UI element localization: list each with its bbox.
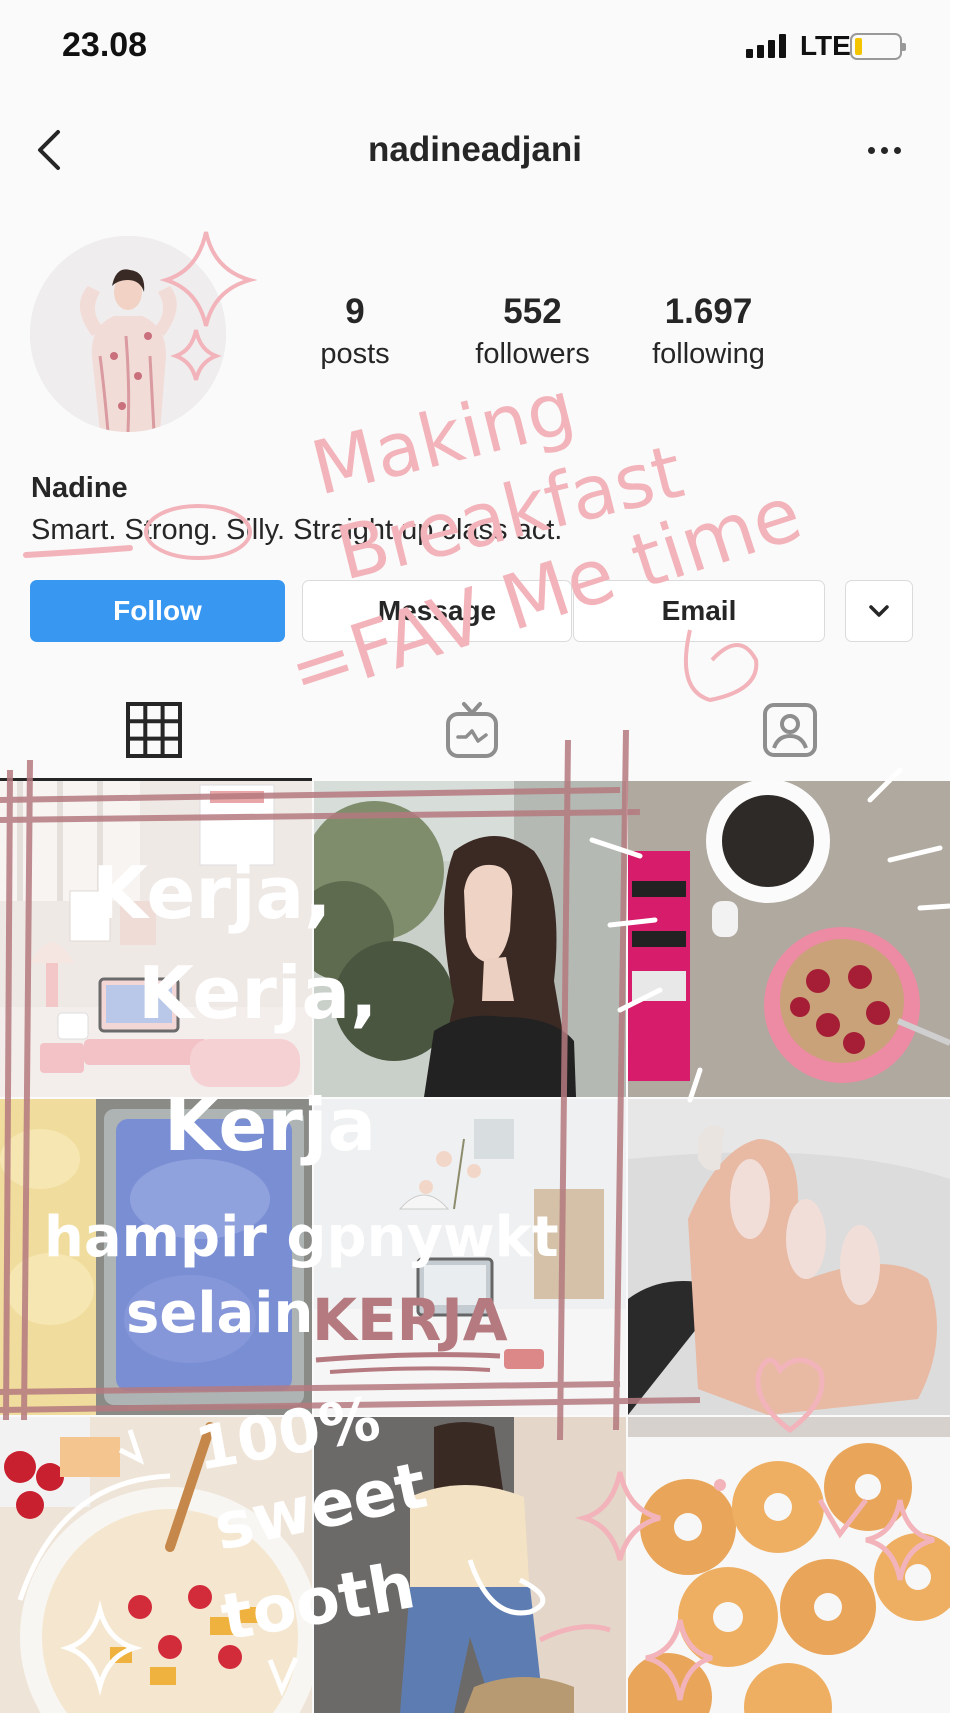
chevron-down-icon [869, 605, 889, 617]
posts-count: 9 [345, 292, 365, 331]
following-count: 1.697 [664, 292, 753, 331]
status-time: 23.08 [62, 26, 148, 64]
more-horizontal-icon [867, 146, 875, 154]
posts-stat: 9 posts [300, 292, 410, 371]
post-thumbnail-7[interactable] [0, 1417, 312, 1713]
post-thumbnail-5[interactable] [314, 1099, 626, 1415]
followers-label: followers [475, 338, 590, 370]
post-thumbnail-3[interactable] [628, 781, 950, 1097]
signal-icon [746, 34, 786, 58]
profile-username: nadineadjani [368, 130, 582, 169]
post-thumbnail-8[interactable] [314, 1417, 626, 1713]
following-stat[interactable]: 1.697 following [636, 292, 781, 371]
tagged-icon [763, 703, 817, 757]
battery-level [855, 38, 862, 55]
tab-igtv[interactable] [442, 700, 502, 760]
igtv-icon [446, 702, 498, 758]
suggested-dropdown-button[interactable] [845, 580, 913, 642]
posts-label: posts [320, 338, 390, 370]
avatar[interactable] [30, 236, 226, 432]
profile-bio: Smart. Strong. Silly. Straight up class … [31, 514, 563, 546]
post-thumbnail-1[interactable] [0, 781, 312, 1097]
post-thumbnail-4[interactable] [0, 1099, 312, 1415]
tab-grid[interactable] [124, 700, 184, 760]
post-thumbnail-6[interactable] [628, 1099, 950, 1415]
post-thumbnail-2[interactable] [314, 781, 626, 1097]
post-thumbnail-9[interactable] [628, 1417, 950, 1713]
tab-tagged[interactable] [760, 700, 820, 760]
followers-count: 552 [503, 292, 562, 331]
message-button[interactable]: Message [302, 580, 572, 642]
status-bar: 23.08 LTE [0, 0, 950, 96]
following-label: following [652, 338, 765, 370]
posts-grid [0, 781, 950, 1713]
network-type: LTE [800, 30, 851, 61]
more-options-button[interactable] [860, 138, 908, 162]
battery-icon [850, 33, 906, 60]
email-button[interactable]: Email [573, 580, 825, 642]
follow-button[interactable]: Follow [30, 580, 285, 642]
avatar-photo [30, 236, 226, 432]
display-name: Nadine [31, 472, 128, 504]
grid-icon [126, 702, 182, 758]
instagram-profile-screen: 23.08 LTE nadineadjani 9 posts 552 follo… [0, 0, 950, 1713]
followers-stat[interactable]: 552 followers [460, 292, 605, 371]
screenshot-edge [950, 0, 956, 1713]
